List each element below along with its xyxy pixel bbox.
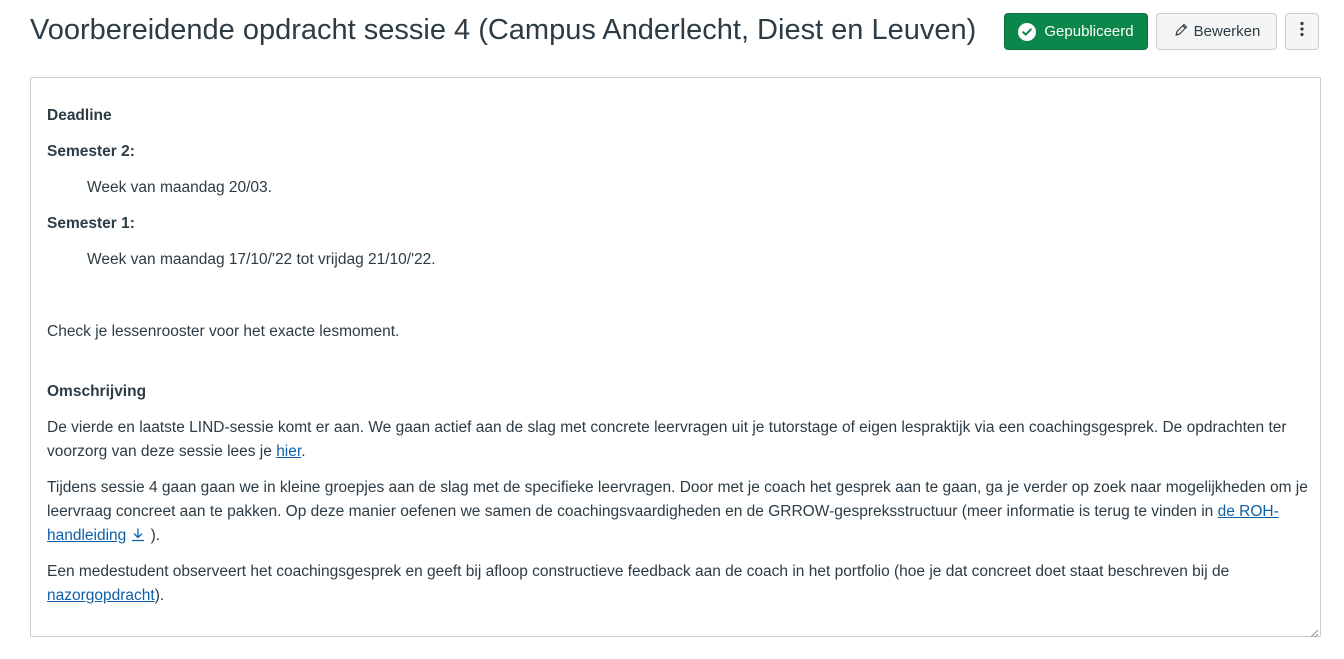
published-button[interactable]: Gepubliceerd — [1004, 13, 1148, 50]
assignment-page: Voorbereidende opdracht sessie 4 (Campus… — [0, 0, 1344, 659]
deadline-heading: Deadline — [47, 107, 112, 124]
paragraph-feedback-text: Een medestudent observeert het coachings… — [47, 563, 1230, 580]
paragraph-feedback: Een medestudent observeert het coachings… — [47, 560, 1309, 608]
check-circle-icon — [1018, 22, 1037, 41]
paragraph-session-text: Tijdens sessie 4 gaan gaan we in kleine … — [47, 479, 1308, 520]
paragraph-session: Tijdens sessie 4 gaan gaan we in kleine … — [47, 476, 1309, 551]
semester1-label: Semester 1: — [47, 215, 135, 232]
paragraph-feedback-end: ). — [154, 587, 165, 604]
check-schedule-text: Check je lessenrooster voor het exacte l… — [47, 323, 400, 340]
assignment-description: Deadline Semester 2: Week van maandag 20… — [30, 77, 1321, 638]
edit-button[interactable]: Bewerken — [1156, 13, 1277, 50]
description-heading: Omschrijving — [47, 383, 147, 400]
paragraph-intro: De vierde en laatste LIND-sessie komt er… — [47, 416, 1309, 464]
semester2-date: Week van maandag 20/03. — [87, 179, 272, 196]
more-options-button[interactable] — [1285, 13, 1319, 50]
pencil-icon — [1173, 22, 1189, 42]
paragraph-session-end: ). — [146, 527, 161, 544]
edit-label: Bewerken — [1193, 23, 1261, 40]
published-label: Gepubliceerd — [1044, 23, 1134, 40]
resize-handle[interactable] — [1309, 625, 1319, 638]
semester1-date: Week van maandag 17/10/'22 tot vrijdag 2… — [87, 251, 436, 268]
paragraph-intro-end: . — [301, 443, 306, 460]
aftercare-assignment-link[interactable]: nazorgopdracht — [47, 587, 155, 604]
download-icon[interactable] — [130, 527, 146, 551]
semester2-label: Semester 2: — [47, 143, 135, 160]
here-link[interactable]: hier — [276, 443, 301, 460]
page-title: Voorbereidende opdracht sessie 4 (Campus… — [30, 14, 977, 46]
paragraph-intro-text: De vierde en laatste LIND-sessie komt er… — [47, 419, 1287, 460]
kebab-menu-icon — [1300, 21, 1304, 42]
